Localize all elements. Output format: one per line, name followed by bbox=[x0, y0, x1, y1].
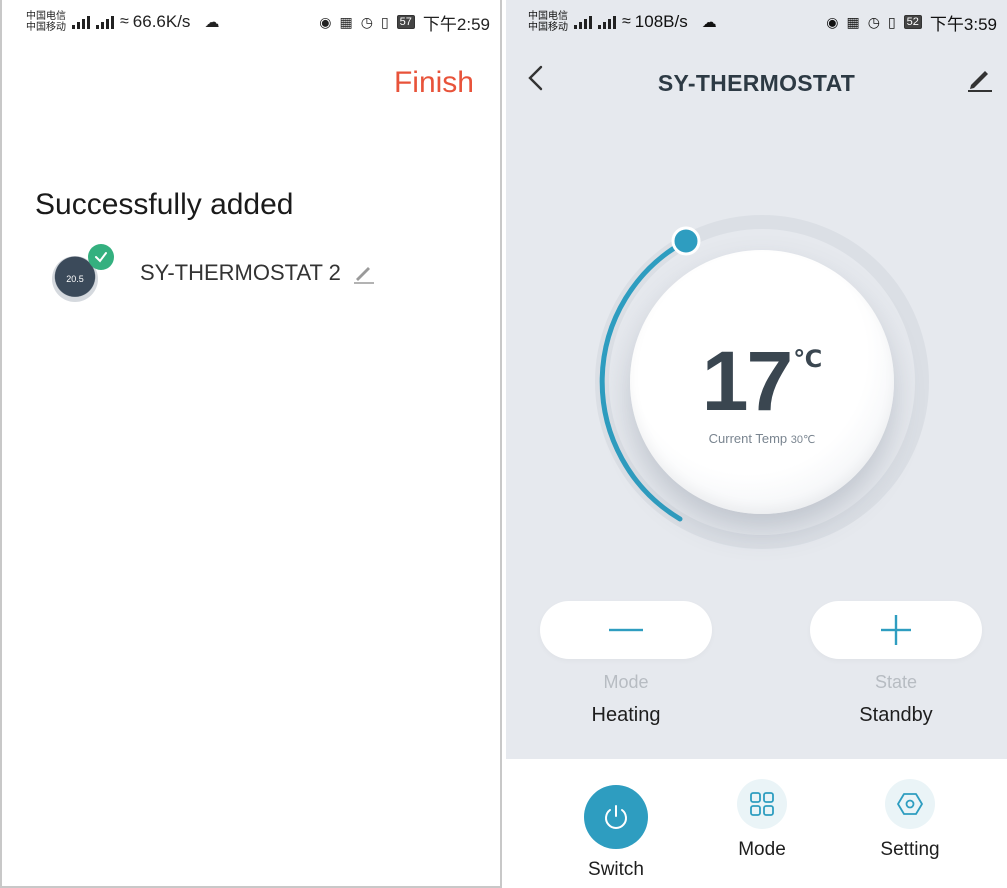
added-device-row: 20.5 SY-THERMOSTAT 2 bbox=[52, 244, 375, 302]
battery-icon: 52 bbox=[903, 15, 922, 29]
minus-icon bbox=[609, 628, 643, 632]
thermostat-control-screen: 中国电信 中国移动 ≈ 108B/s ☁ ◉ ▦ ◷ ▯ 52 下午3:59 S… bbox=[506, 0, 1007, 888]
temperature-dial[interactable]: 17 ℃ Current Temp 30℃ bbox=[592, 212, 932, 552]
wifi-icon: ≈ bbox=[120, 13, 129, 30]
thermostat-thumbnail: 20.5 bbox=[52, 244, 114, 302]
dial-handle bbox=[671, 226, 701, 256]
success-title: Successfully added bbox=[35, 188, 294, 221]
vibrate-icon: ▯ bbox=[380, 13, 389, 30]
signal-icon bbox=[598, 15, 616, 29]
nav-switch[interactable]: Switch bbox=[546, 759, 686, 881]
thumbnail-temp: 20.5 bbox=[66, 274, 84, 284]
check-icon bbox=[88, 244, 114, 270]
grid-icon bbox=[737, 779, 787, 829]
plus-icon bbox=[881, 615, 911, 645]
signal-icon bbox=[72, 15, 90, 29]
current-temp: Current Temp 30℃ bbox=[709, 431, 816, 446]
nav-setting[interactable]: Setting bbox=[840, 759, 980, 861]
device-added-screen: 中国电信 中国移动 ≈ 66.6K/s ☁ ◉ ▦ ◷ ▯ 57 下午2:59 … bbox=[0, 0, 502, 888]
state-value: Standby bbox=[859, 704, 933, 726]
carrier-1: 中国电信 bbox=[26, 11, 66, 22]
alarm-icon: ◷ bbox=[867, 13, 880, 30]
nfc-icon: ▦ bbox=[846, 13, 860, 30]
status-bar: 中国电信 中国移动 ≈ 108B/s ☁ ◉ ▦ ◷ ▯ 52 下午3:59 bbox=[506, 0, 1007, 44]
power-icon bbox=[584, 785, 648, 849]
device-name: SY-THERMOSTAT 2 bbox=[140, 260, 341, 285]
carrier-2: 中国移动 bbox=[528, 22, 568, 33]
carrier-2: 中国移动 bbox=[26, 22, 66, 33]
decrease-temp-button[interactable] bbox=[540, 601, 712, 659]
alarm-icon: ◷ bbox=[360, 13, 373, 30]
cloud-icon: ☁ bbox=[204, 14, 220, 31]
current-temp-label: Current Temp bbox=[708, 430, 788, 446]
clock-time: 下午3:59 bbox=[929, 14, 997, 34]
carrier-1: 中国电信 bbox=[528, 11, 568, 22]
status-bar: 中国电信 中国移动 ≈ 66.6K/s ☁ ◉ ▦ ◷ ▯ 57 下午2:59 bbox=[2, 0, 500, 44]
clock-time: 下午2:59 bbox=[422, 14, 490, 34]
current-temp-value: 30℃ bbox=[790, 433, 816, 446]
mode-value: Heating bbox=[591, 704, 661, 726]
carrier-names: 中国电信 中国移动 bbox=[26, 11, 66, 33]
dial-center: 17 ℃ Current Temp 30℃ bbox=[630, 250, 894, 514]
back-arrow-icon[interactable] bbox=[526, 64, 546, 97]
nav-setting-label: Setting bbox=[880, 839, 940, 860]
temp-unit: ℃ bbox=[793, 345, 823, 373]
increase-temp-button[interactable] bbox=[810, 601, 982, 659]
hexagon-settings-icon bbox=[885, 779, 935, 829]
eye-icon: ◉ bbox=[826, 13, 839, 30]
set-temp-value: 17 bbox=[701, 333, 793, 428]
signal-icon bbox=[574, 15, 592, 29]
carrier-names: 中国电信 中国移动 bbox=[528, 11, 568, 33]
battery-icon: 57 bbox=[396, 15, 415, 29]
finish-button[interactable]: Finish bbox=[394, 66, 474, 100]
eye-icon: ◉ bbox=[319, 13, 332, 30]
edit-name-icon[interactable] bbox=[353, 262, 375, 284]
nav-mode-label: Mode bbox=[738, 839, 786, 860]
net-speed: 66.6K/s bbox=[132, 12, 191, 31]
nav-switch-label: Switch bbox=[588, 859, 644, 880]
cloud-icon: ☁ bbox=[701, 14, 717, 31]
top-bar: SY-THERMOSTAT bbox=[506, 58, 1007, 108]
set-temperature: 17 ℃ bbox=[702, 339, 823, 423]
nfc-icon: ▦ bbox=[339, 13, 353, 30]
net-speed: 108B/s bbox=[634, 12, 688, 31]
page-title: SY-THERMOSTAT bbox=[657, 69, 856, 96]
edit-icon[interactable] bbox=[967, 66, 993, 97]
vibrate-icon: ▯ bbox=[887, 13, 896, 30]
mode-label: Mode bbox=[603, 672, 649, 692]
state-label: State bbox=[874, 672, 918, 692]
nav-mode[interactable]: Mode bbox=[692, 759, 832, 861]
bottom-nav: Switch Mode Setting bbox=[506, 759, 1007, 888]
signal-icon bbox=[96, 15, 114, 29]
wifi-icon: ≈ bbox=[622, 13, 631, 30]
